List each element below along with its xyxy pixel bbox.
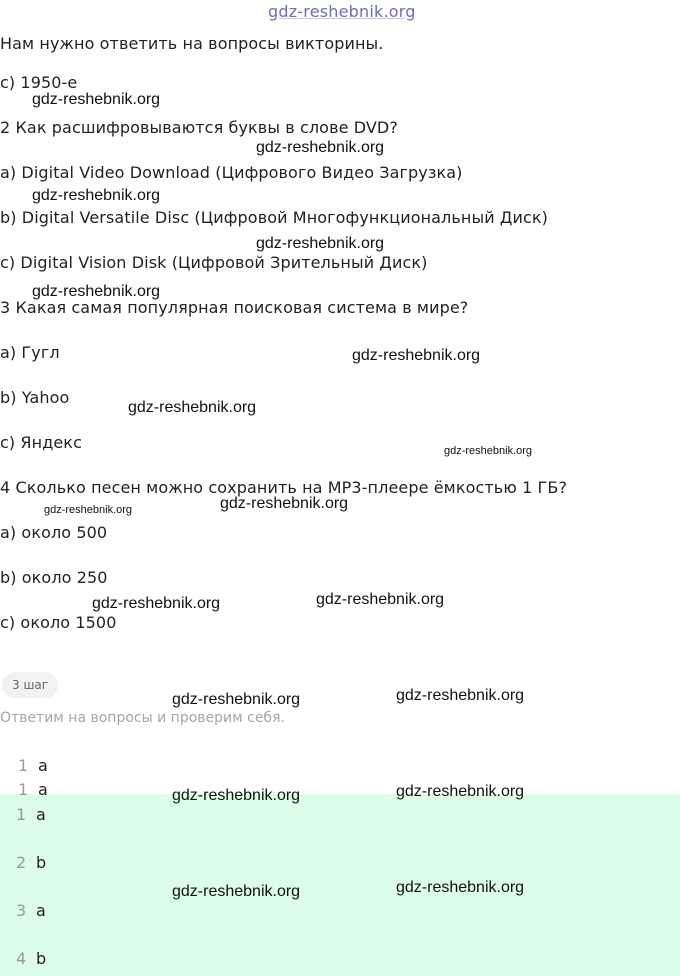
- watermark: gdz-reshebnik.org: [128, 399, 257, 416]
- answer-number: 2: [16, 853, 27, 872]
- answer-option: c) 1950-е: [0, 73, 78, 92]
- answer-number: 3: [16, 901, 27, 920]
- answer-value: a: [38, 780, 48, 799]
- watermark: gdz-reshebnik.org: [396, 783, 525, 800]
- question-heading: 2 Как расшифровываются буквы в слове DVD…: [0, 118, 398, 137]
- watermark: gdz-reshebnik.org: [172, 883, 301, 900]
- watermark: gdz-reshebnik.org: [352, 347, 481, 364]
- step-description: Ответим на вопросы и проверим себя.: [0, 710, 285, 726]
- answer-option: b) Digital Versatile Disc (Цифровой Мног…: [0, 208, 548, 227]
- watermark: gdz-reshebnik.org: [396, 687, 525, 704]
- answer-number: 1: [18, 756, 29, 775]
- step-badge: 3 шаг: [2, 672, 59, 698]
- answer-option: c) Яндекс: [0, 433, 82, 452]
- intro-text: Нам нужно ответить на вопросы викторины.: [0, 34, 384, 53]
- answer-option: a) около 500: [0, 523, 108, 542]
- answer-row: 1a: [18, 756, 48, 775]
- answer-option: c) около 1500: [0, 613, 117, 632]
- answer-row: 4b: [16, 949, 46, 968]
- watermark: gdz-reshebnik.org: [256, 139, 385, 156]
- watermark: gdz-reshebnik.org: [32, 187, 161, 204]
- watermark: gdz-reshebnik.org: [256, 235, 385, 252]
- watermark: gdz-reshebnik.org: [396, 879, 525, 896]
- watermark: gdz-reshebnik.org: [172, 691, 301, 708]
- site-title[interactable]: gdz-reshebnik.org: [268, 2, 416, 21]
- watermark: gdz-reshebnik.org: [444, 445, 533, 457]
- answer-value: b: [36, 949, 47, 968]
- watermark: gdz-reshebnik.org: [220, 495, 349, 512]
- watermark: gdz-reshebnik.org: [92, 595, 221, 612]
- answer-value: a: [36, 805, 46, 824]
- answer-row: 1a: [16, 805, 46, 824]
- answer-row: 2b: [16, 853, 46, 872]
- watermark: gdz-reshebnik.org: [172, 787, 301, 804]
- answer-row: 1a: [18, 780, 48, 799]
- answer-option: b) около 250: [0, 568, 108, 587]
- answer-option: a) Digital Video Download (Цифрового Вид…: [0, 163, 463, 182]
- watermark: gdz-reshebnik.org: [316, 591, 445, 608]
- answer-number: 1: [16, 805, 27, 824]
- answer-value: a: [38, 756, 48, 775]
- answer-row: 3a: [16, 901, 46, 920]
- watermark: gdz-reshebnik.org: [32, 283, 161, 300]
- answer-value: b: [36, 853, 47, 872]
- answer-number: 4: [16, 949, 27, 968]
- answer-option: c) Digital Vision Disk (Цифровой Зритель…: [0, 253, 428, 272]
- watermark: gdz-reshebnik.org: [44, 504, 133, 516]
- answer-option: b) Yahoo: [0, 388, 70, 407]
- answer-panel: [0, 794, 680, 976]
- answer-number: 1: [18, 780, 29, 799]
- answer-value: a: [36, 901, 46, 920]
- watermark: gdz-reshebnik.org: [32, 91, 161, 108]
- answer-option: a) Гугл: [0, 343, 60, 362]
